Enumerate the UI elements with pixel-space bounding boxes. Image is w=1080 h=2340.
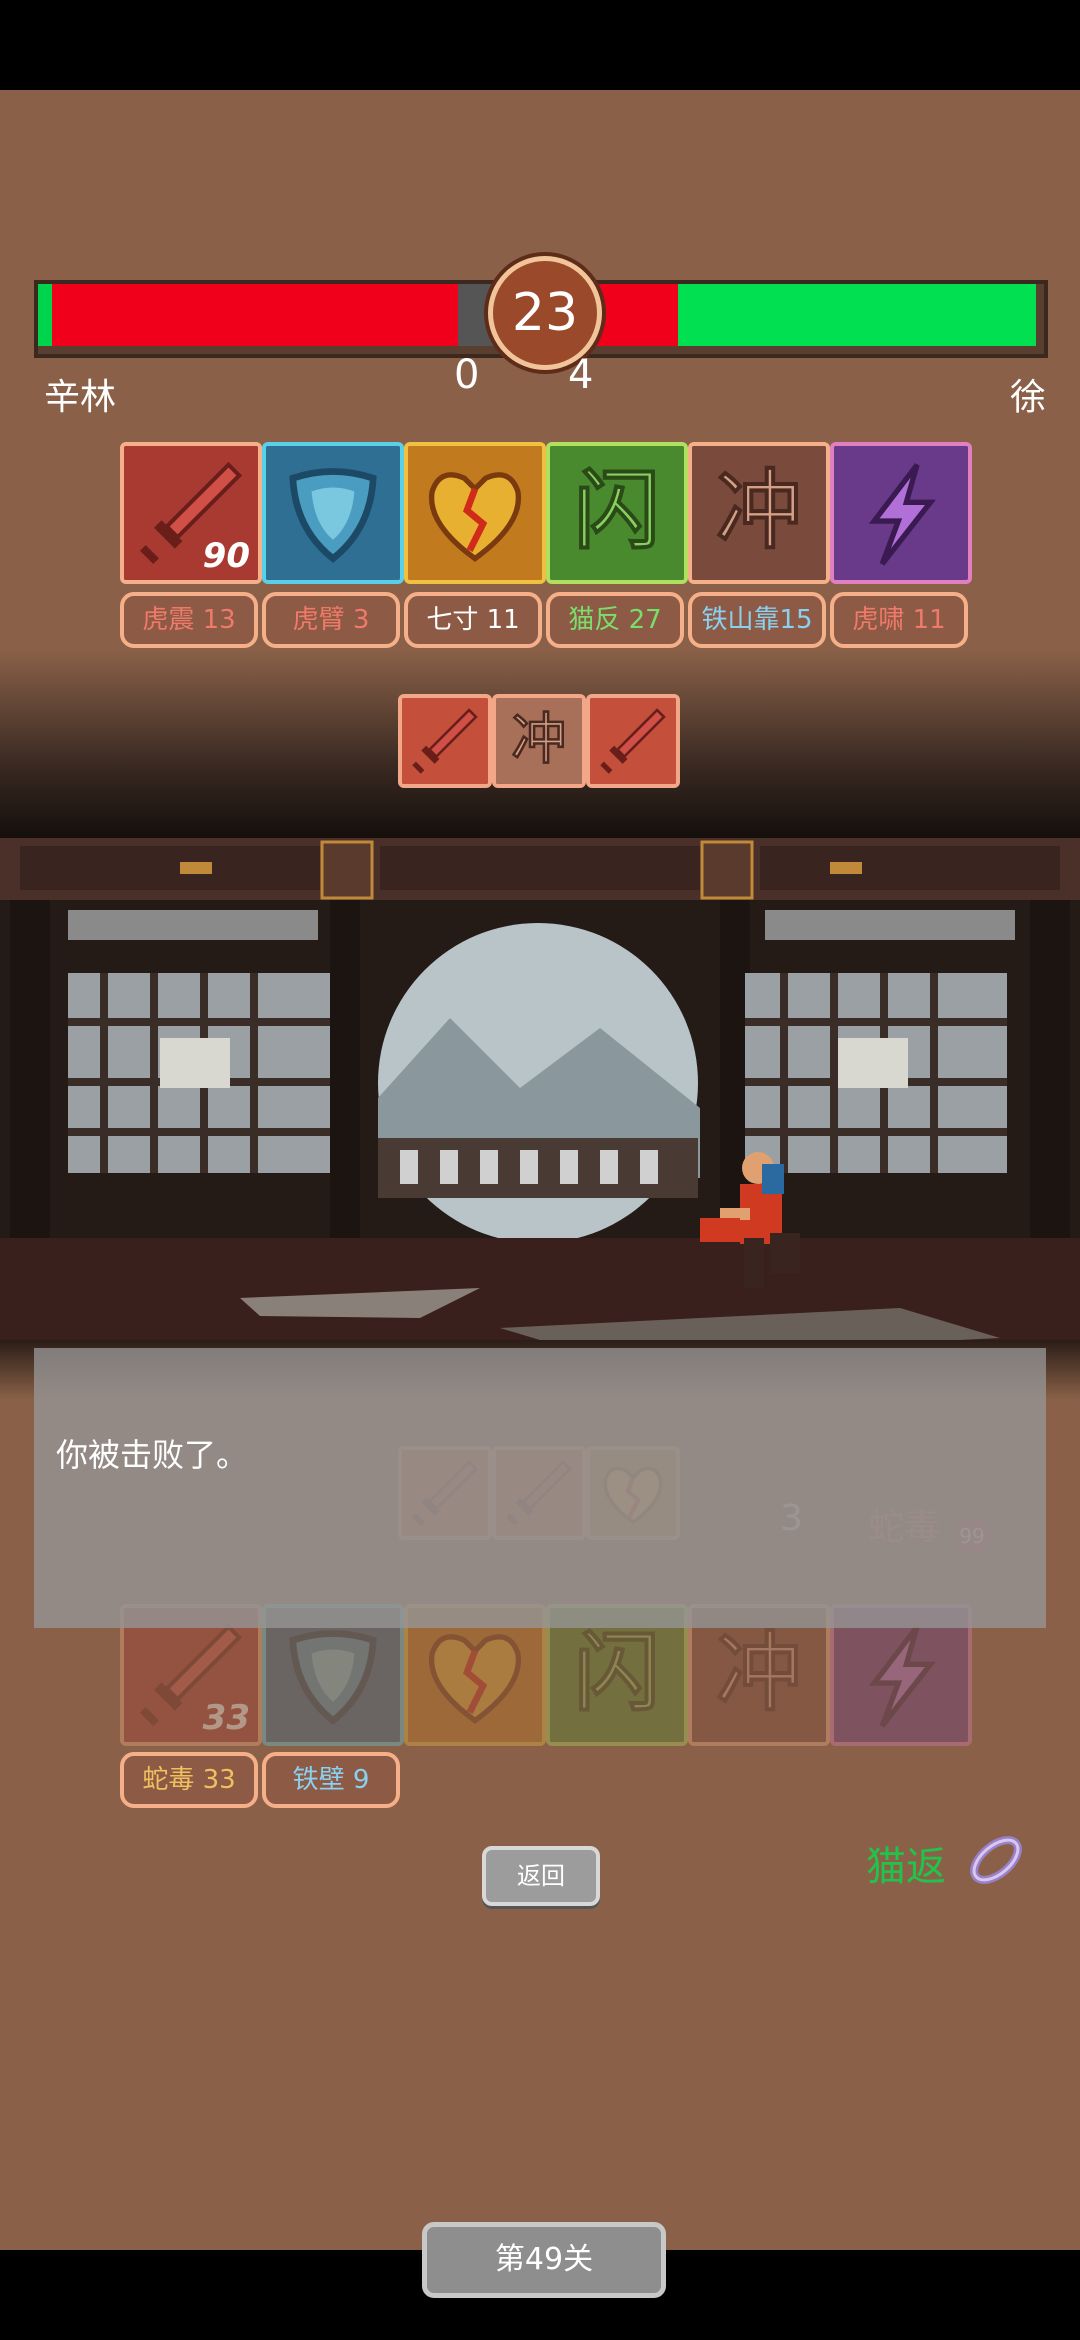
svg-text:闪: 闪 <box>574 1623 660 1723</box>
charge-icon: 冲 <box>496 698 582 784</box>
svg-text:冲: 冲 <box>511 707 566 771</box>
player-skill-value: 33 <box>202 1698 250 1738</box>
svg-text:冲: 冲 <box>716 461 802 561</box>
defeat-dialog[interactable] <box>34 1348 1046 1628</box>
level-button[interactable]: 第49关 <box>422 2222 666 2298</box>
svg-text:闪: 闪 <box>574 461 660 561</box>
player-buff-chip: 蛇毒 33 <box>120 1752 258 1808</box>
enemy-buff-chip: 虎震 13 <box>120 592 258 648</box>
enemy-buff-chip: 虎啸 11 <box>830 592 968 648</box>
enemy-skill-value: 90 <box>202 536 250 576</box>
enemy-buff-chip: 铁山靠15 <box>688 592 826 648</box>
player-health-tip <box>38 284 52 346</box>
enemy-name: 徐 <box>1010 377 1047 418</box>
enemy-skill-dodge-icon[interactable]: 闪 <box>546 442 688 584</box>
lightning-icon <box>834 1608 968 1742</box>
player-name: 辛林 <box>44 377 117 418</box>
counter-skill-label: 猫返 <box>866 1844 946 1890</box>
shield-icon <box>266 446 400 580</box>
charge-icon: 冲 <box>692 1608 826 1742</box>
enemy-skill-charge-icon[interactable]: 冲 <box>688 442 830 584</box>
enemy-health-fill <box>678 284 1036 346</box>
enemy-buff-chip: 虎臂 3 <box>262 592 400 648</box>
broken-heart-icon <box>408 1608 542 1742</box>
enemy-skill-lightning-icon[interactable] <box>830 442 972 584</box>
broken-heart-icon <box>408 446 542 580</box>
enemy-buff-chip: 七寸 11 <box>404 592 542 648</box>
status-bar <box>0 0 1080 90</box>
player-buff-chip: 铁壁 9 <box>262 1752 400 1808</box>
dodge-icon: 闪 <box>550 1608 684 1742</box>
battle-scene <box>0 838 1080 1378</box>
enemy-buff-chip: 猫反 27 <box>546 592 684 648</box>
return-button[interactable]: 返回 <box>482 1846 600 1906</box>
sword-icon <box>590 698 676 784</box>
svg-text:冲: 冲 <box>716 1623 802 1723</box>
dialog-message: 你被击败了。 <box>56 1436 249 1474</box>
shield-icon <box>266 1608 400 1742</box>
player-health-fill <box>38 284 458 346</box>
charge-icon: 冲 <box>692 446 826 580</box>
lightning-icon <box>834 446 968 580</box>
enemy-skill-sword-icon[interactable]: 90 <box>120 442 262 584</box>
counter-skill-icon <box>970 1836 1022 1884</box>
enemy-score: 4 <box>568 352 594 398</box>
enemy-combo-charge-icon: 冲 <box>492 694 586 788</box>
enemy-skill-shield-icon[interactable] <box>262 442 404 584</box>
player-score: 0 <box>454 352 480 398</box>
enemy-combo-sword-icon <box>398 694 492 788</box>
enemy-combo-sword-icon <box>586 694 680 788</box>
enemy-skill-broken-heart-icon[interactable] <box>404 442 546 584</box>
dodge-icon: 闪 <box>550 446 684 580</box>
sword-icon <box>402 698 488 784</box>
